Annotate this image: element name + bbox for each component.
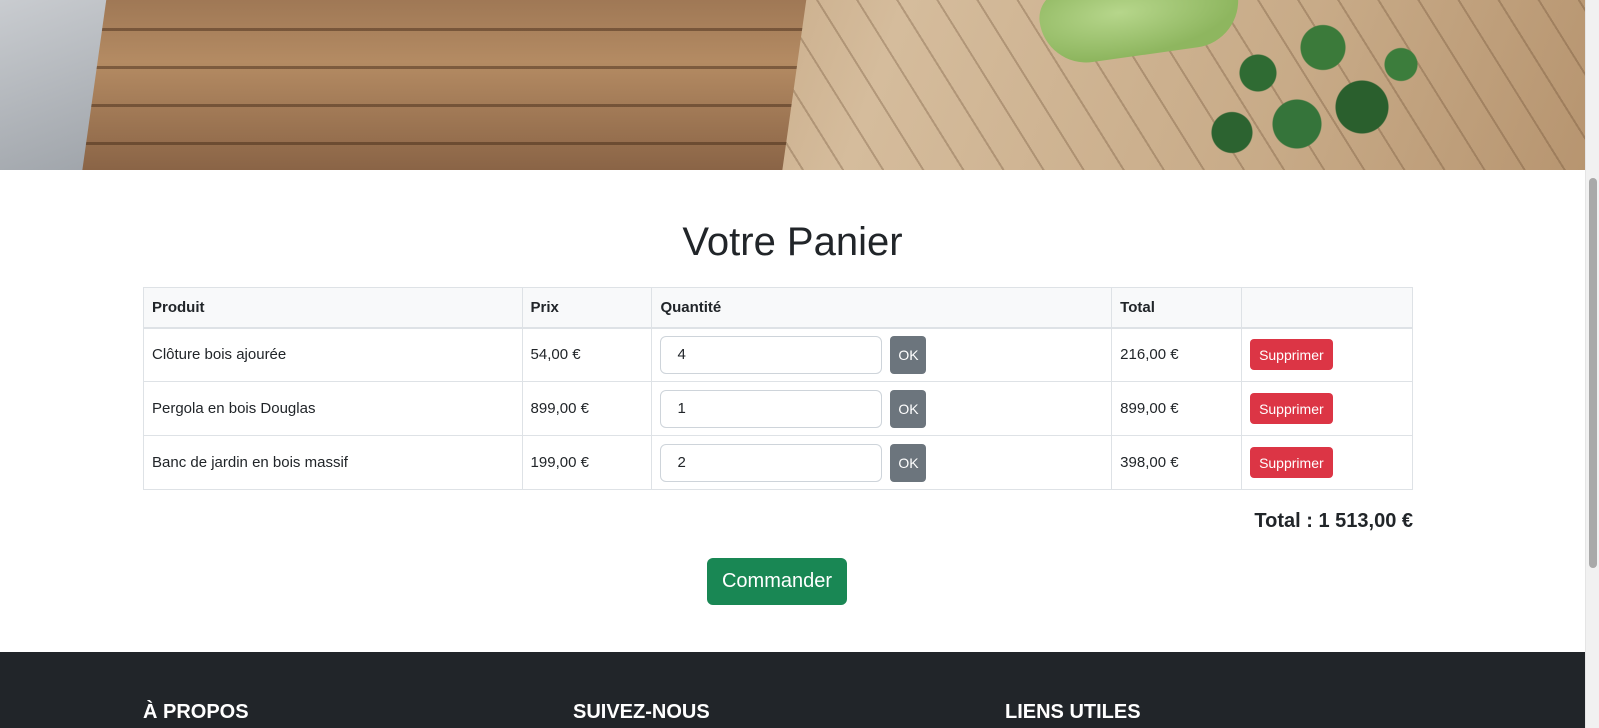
product-name: Pergola en bois Douglas — [143, 381, 523, 436]
hero-wooden-steps — [82, 0, 808, 170]
delete-item-button[interactable]: Supprimer — [1250, 447, 1333, 478]
hero-banner-image — [0, 0, 1585, 170]
page-title: Votre Panier — [682, 220, 903, 264]
update-quantity-button[interactable]: OK — [890, 443, 927, 482]
quantity-cell: OK — [651, 327, 1113, 382]
table-row: Clôture bois ajourée 54,00 € OK 216,00 €… — [143, 327, 1413, 382]
line-total: 398,00 € — [1111, 435, 1243, 490]
quantity-cell: OK — [651, 381, 1113, 436]
site-footer: À PROPOS SUIVEZ-NOUS LIENS UTILES — [0, 652, 1585, 728]
quantity-form: OK — [660, 389, 1103, 428]
actions-cell: Supprimer — [1241, 381, 1413, 436]
footer-heading-about: À PROPOS — [143, 701, 249, 723]
product-name: Banc de jardin en bois massif — [143, 435, 523, 490]
actions-cell: Supprimer — [1241, 435, 1413, 490]
header-price: Prix — [521, 287, 653, 329]
order-button[interactable]: Commander — [707, 558, 847, 605]
line-total: 216,00 € — [1111, 327, 1243, 382]
update-quantity-button[interactable]: OK — [890, 335, 927, 374]
quantity-form: OK — [660, 335, 1103, 374]
cart-table: Produit Prix Quantité Total Clôture bois… — [143, 287, 1413, 490]
quantity-cell: OK — [651, 435, 1113, 490]
quantity-form: OK — [660, 443, 1103, 482]
product-price: 899,00 € — [521, 381, 653, 436]
header-actions — [1241, 287, 1413, 329]
delete-item-button[interactable]: Supprimer — [1250, 339, 1333, 371]
header-total: Total — [1111, 287, 1243, 329]
cart-grand-total: Total : 1 513,00 € — [1254, 510, 1413, 532]
quantity-input[interactable] — [660, 443, 883, 482]
table-row: Pergola en bois Douglas 899,00 € OK 899,… — [143, 381, 1413, 436]
table-row: Banc de jardin en bois massif 199,00 € O… — [143, 435, 1413, 490]
delete-item-button[interactable]: Supprimer — [1250, 393, 1333, 424]
header-quantity: Quantité — [651, 287, 1113, 329]
footer-heading-follow: SUIVEZ-NOUS — [573, 701, 710, 723]
vertical-scrollbar[interactable] — [1585, 0, 1599, 728]
product-name: Clôture bois ajourée — [143, 327, 523, 382]
product-price: 199,00 € — [521, 435, 653, 490]
footer-heading-links: LIENS UTILES — [1005, 701, 1141, 723]
update-quantity-button[interactable]: OK — [890, 389, 927, 428]
scrollbar-thumb[interactable] — [1589, 178, 1597, 568]
quantity-input[interactable] — [660, 335, 883, 374]
actions-cell: Supprimer — [1241, 327, 1413, 382]
line-total: 899,00 € — [1111, 381, 1243, 436]
hero-plant — [1180, 5, 1440, 170]
quantity-input[interactable] — [660, 389, 883, 428]
header-product: Produit — [143, 287, 523, 329]
cart-header-row: Produit Prix Quantité Total — [143, 287, 1413, 329]
product-price: 54,00 € — [521, 327, 653, 382]
